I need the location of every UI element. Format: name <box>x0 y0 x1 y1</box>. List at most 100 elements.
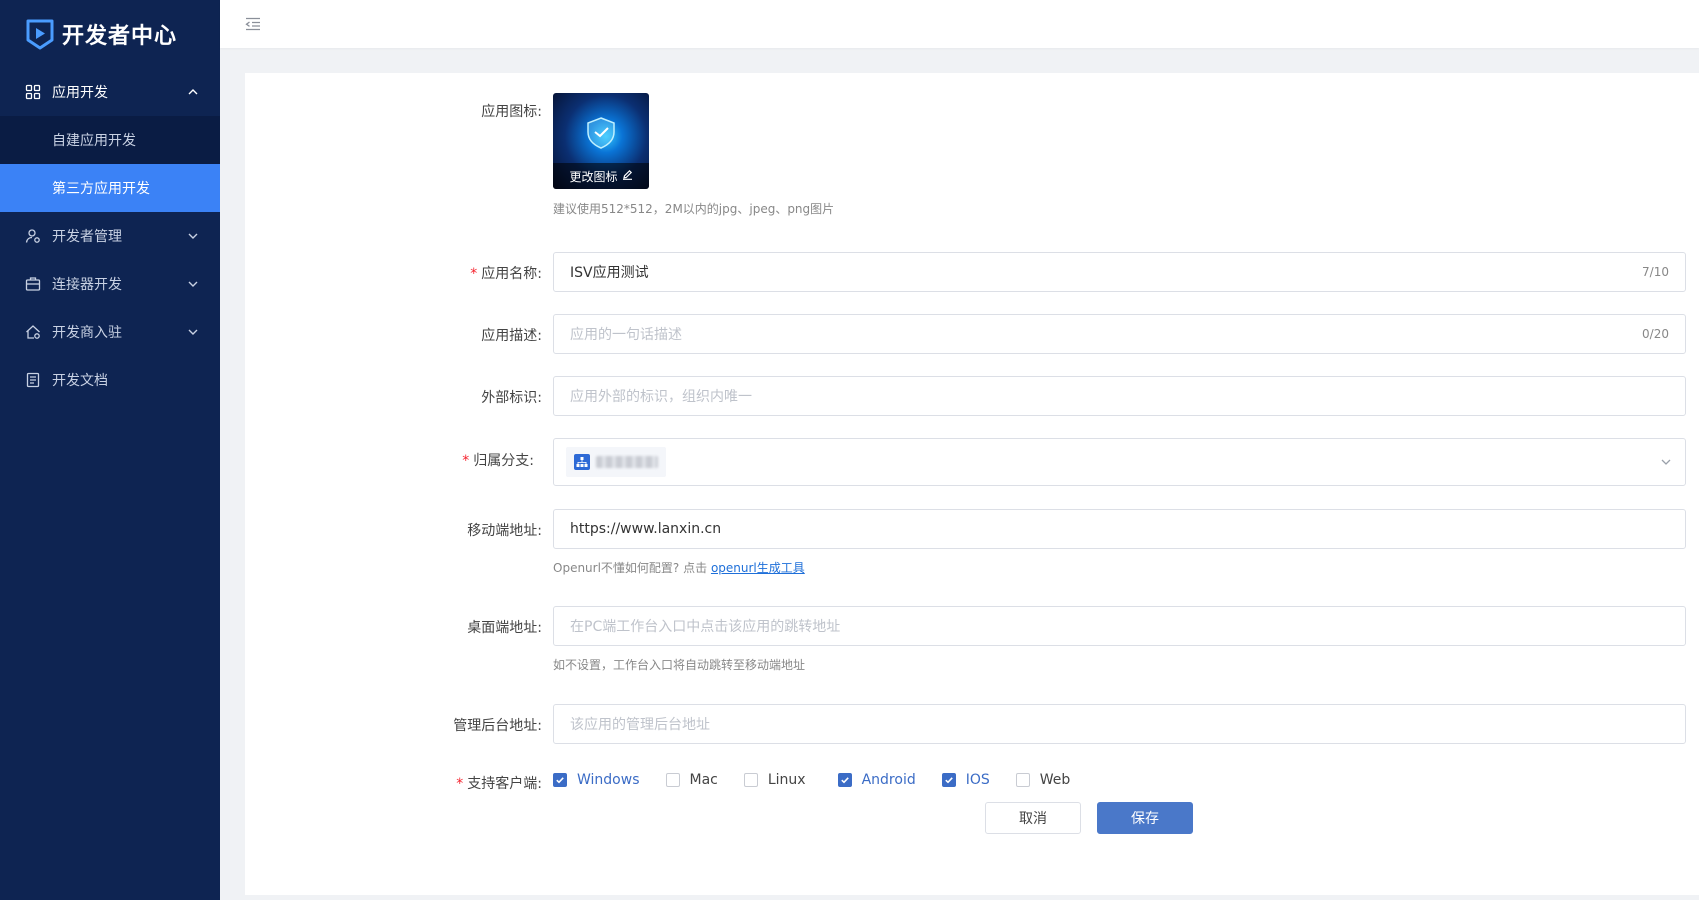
clients-checkbox-group: Windows Mac Linux Android IOS Web <box>553 772 1070 788</box>
checkbox-empty-icon[interactable] <box>1015 773 1030 787</box>
clients-label: * 支持客户端: <box>456 776 542 792</box>
admin-url-placeholder: 该应用的管理后台地址 <box>570 717 710 733</box>
chevron-down-icon <box>186 277 200 291</box>
chevron-down-icon <box>1659 455 1673 469</box>
form-row-app-name: * 应用名称: ISV应用测试 7/10 <box>245 252 1699 292</box>
mobile-url-value: https://www.lanxin.cn <box>570 521 722 537</box>
admin-url-label: 管理后台地址: <box>453 718 542 734</box>
chevron-down-icon <box>186 325 200 339</box>
client-checkbox-label: Windows <box>577 772 640 788</box>
user-gear-icon <box>24 227 42 245</box>
form-row-desktop-url: 桌面端地址: 在PC端工作台入口中点击该应用的跳转地址 如不设置，工作台入口将自… <box>245 606 1699 696</box>
sidebar-item-connector-dev[interactable]: 连接器开发 <box>0 260 220 308</box>
cancel-button[interactable]: 取消 <box>985 802 1081 834</box>
checkbox-checked-icon[interactable] <box>941 773 956 787</box>
client-checkbox-label: Android <box>861 772 916 788</box>
form-row-admin-url: 管理后台地址: 该应用的管理后台地址 <box>245 704 1699 744</box>
app-name-label: * 应用名称: <box>470 266 542 282</box>
checkbox-checked-icon[interactable] <box>553 773 567 787</box>
org-tree-icon <box>574 454 590 470</box>
sidebar-item-developer-mgmt[interactable]: 开发者管理 <box>0 212 220 260</box>
checkbox-empty-icon[interactable] <box>665 773 680 787</box>
form-row-app-desc: 应用描述: 应用的一句话描述 0/20 <box>245 314 1699 354</box>
form-actions: 取消 保存 <box>245 802 1699 834</box>
client-checkbox-label: Web <box>1039 772 1071 788</box>
sidebar-submenu: 自建应用开发 第三方应用开发 <box>0 116 220 212</box>
brand-title: 开发者中心 <box>62 24 178 49</box>
app-desc-placeholder: 应用的一句话描述 <box>570 327 682 343</box>
client-checkbox-linux[interactable]: Linux <box>743 772 806 788</box>
collapse-sidebar-icon[interactable] <box>244 15 262 33</box>
sidebar-item-label: 连接器开发 <box>52 277 122 293</box>
required-mark: * <box>470 266 478 282</box>
client-checkbox-label: Mac <box>689 772 718 788</box>
client-checkbox-ios[interactable]: IOS <box>941 772 990 788</box>
desktop-url-placeholder: 在PC端工作台入口中点击该应用的跳转地址 <box>570 619 841 635</box>
client-checkbox-label: IOS <box>965 772 990 788</box>
mobile-url-hint: Openurl不懂如何配置? 点击 openurl生成工具 <box>553 561 805 575</box>
external-id-placeholder: 应用外部的标识，组织内唯一 <box>570 389 752 405</box>
form-row-external-id: 外部标识: 应用外部的标识，组织内唯一 <box>245 376 1699 416</box>
sidebar-item-label: 开发者管理 <box>52 229 122 245</box>
required-mark: * <box>456 776 464 792</box>
change-icon-label: 更改图标 <box>569 169 618 184</box>
branch-tag[interactable] <box>566 447 666 477</box>
form-row-branch: * 归属分支: <box>245 438 1699 486</box>
client-checkbox-android[interactable]: Android <box>837 772 916 788</box>
desktop-url-input[interactable]: 在PC端工作台入口中点击该应用的跳转地址 <box>553 606 1686 646</box>
client-checkbox-windows[interactable]: Windows <box>553 772 640 788</box>
app-form-card: 应用图标: 更改图标 建议使用512*512，2M以内的jpg、jpeg、png… <box>245 73 1699 895</box>
app-name-value: ISV应用测试 <box>570 265 649 281</box>
app-name-input[interactable]: ISV应用测试 7/10 <box>553 252 1686 292</box>
chevron-down-icon <box>186 229 200 243</box>
client-checkbox-mac[interactable]: Mac <box>665 772 718 788</box>
sidebar-item-app-dev[interactable]: 应用开发 <box>0 68 220 116</box>
chevron-up-icon <box>186 85 200 99</box>
change-icon-caption[interactable]: 更改图标 <box>553 163 649 189</box>
sidebar-item-label: 应用开发 <box>52 85 108 101</box>
client-checkbox-label: Linux <box>767 772 806 788</box>
sidebar-subitem-self-built[interactable]: 自建应用开发 <box>0 116 220 164</box>
required-mark: * <box>462 453 470 469</box>
admin-url-input[interactable]: 该应用的管理后台地址 <box>553 704 1686 744</box>
sidebar: 开发者中心 应用开发 自建应用开发 第三方应用开发 开发者管理 连接器开发 开发… <box>0 0 220 900</box>
app-desc-input[interactable]: 应用的一句话描述 0/20 <box>553 314 1686 354</box>
sidebar-item-label: 开发商入驻 <box>52 325 122 341</box>
app-name-counter: 7/10 <box>1642 265 1669 279</box>
edit-pen-icon <box>622 169 633 183</box>
logo-icon <box>24 18 56 50</box>
form-row-app-icon: 应用图标: 更改图标 建议使用512*512，2M以内的jpg、jpeg、png… <box>245 73 1699 223</box>
checkbox-empty-icon[interactable] <box>743 773 758 787</box>
top-bar <box>220 0 1699 48</box>
branch-select[interactable] <box>553 438 1686 486</box>
sidebar-subitem-third-party[interactable]: 第三方应用开发 <box>0 164 220 212</box>
app-icon-uploader[interactable]: 更改图标 <box>553 93 649 189</box>
client-checkbox-web[interactable]: Web <box>1015 772 1071 788</box>
desktop-url-label: 桌面端地址: <box>467 620 542 636</box>
grid-icon <box>24 83 42 101</box>
branch-name-redacted <box>596 456 658 468</box>
app-icon-label: 应用图标: <box>481 104 542 120</box>
app-desc-counter: 0/20 <box>1642 327 1669 341</box>
sidebar-item-vendor-join[interactable]: 开发商入驻 <box>0 308 220 356</box>
external-id-label: 外部标识: <box>481 390 542 406</box>
form-row-mobile-url: 移动端地址: https://www.lanxin.cn Openurl不懂如何… <box>245 509 1699 599</box>
mobile-url-label: 移动端地址: <box>467 523 542 539</box>
form-row-clients: * 支持客户端: Windows Mac Linux Android IOS Web <box>245 768 1699 796</box>
briefcase-icon <box>24 275 42 293</box>
openurl-tool-link[interactable]: openurl生成工具 <box>711 561 805 575</box>
sidebar-item-dev-docs[interactable]: 开发文档 <box>0 356 220 404</box>
save-button[interactable]: 保存 <box>1097 802 1193 834</box>
brand-logo[interactable]: 开发者中心 <box>0 0 220 68</box>
home-gear-icon <box>24 323 42 341</box>
app-icon-hint: 建议使用512*512，2M以内的jpg、jpeg、png图片 <box>553 202 835 216</box>
shield-icon <box>587 117 615 149</box>
document-icon <box>24 371 42 389</box>
app-desc-label: 应用描述: <box>481 328 542 344</box>
sidebar-item-label: 开发文档 <box>52 373 108 389</box>
desktop-url-hint: 如不设置，工作台入口将自动跳转至移动端地址 <box>553 658 806 672</box>
mobile-url-input[interactable]: https://www.lanxin.cn <box>553 509 1686 549</box>
external-id-input[interactable]: 应用外部的标识，组织内唯一 <box>553 376 1686 416</box>
checkbox-checked-icon[interactable] <box>837 773 852 787</box>
branch-label: * 归属分支: <box>462 453 534 469</box>
